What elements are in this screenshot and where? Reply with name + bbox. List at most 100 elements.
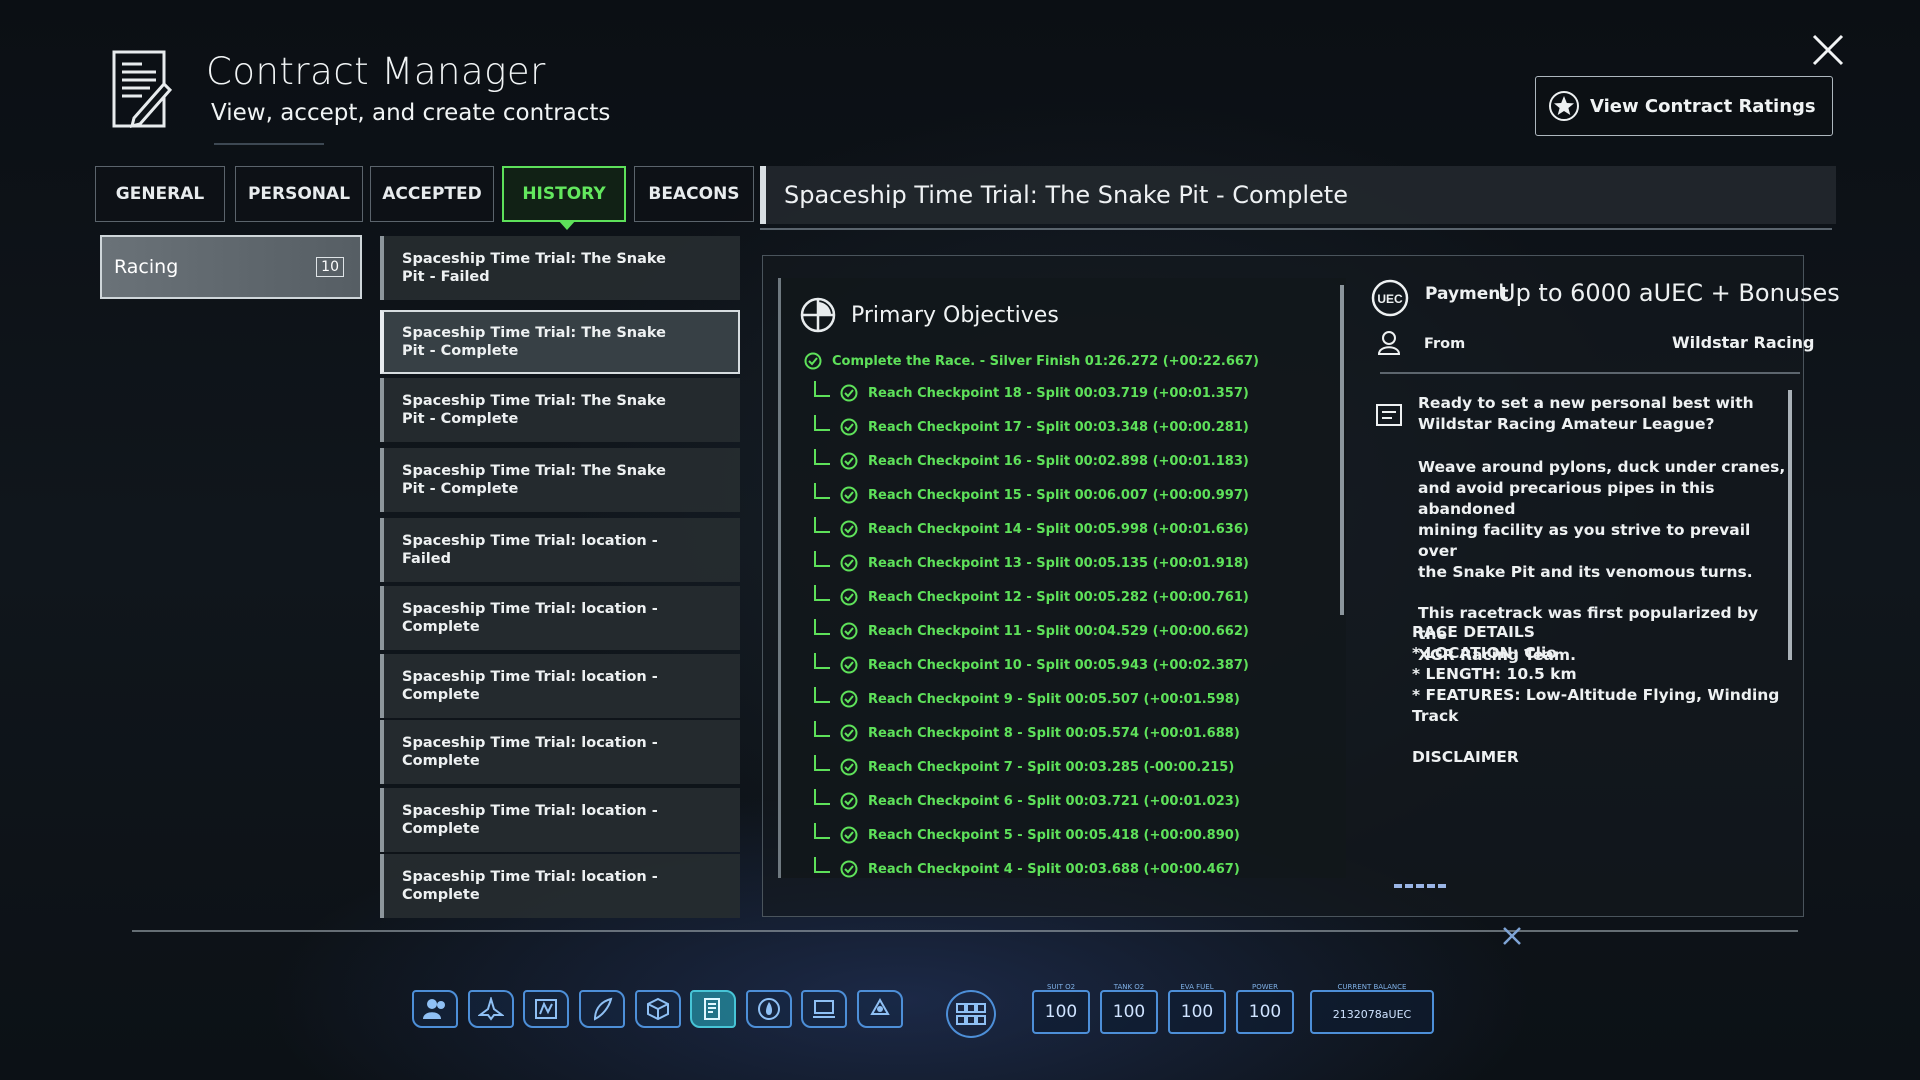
view-contract-ratings-label: View Contract Ratings xyxy=(1590,95,1816,117)
objective-row: Reach Checkpoint 8 - Split 00:05.574 (+0… xyxy=(814,721,1240,742)
contract-list-item-selected[interactable]: Spaceship Time Trial: The Snake Pit - Com… xyxy=(380,310,740,374)
active-tab-indicator xyxy=(558,220,576,230)
contract-list-item[interactable]: Spaceship Time Trial: location - Complete xyxy=(380,586,740,650)
stat-caption: SUIT O2 xyxy=(1046,983,1076,991)
stat-caption: TANK O2 xyxy=(1113,983,1145,991)
category-racing-label: Racing xyxy=(114,256,179,278)
tab-general-label: GENERAL xyxy=(115,184,205,204)
contract-icon xyxy=(704,998,720,1020)
recycle-icon xyxy=(870,997,890,1015)
objective-row: Reach Checkpoint 13 - Split 00:05.135 (+… xyxy=(814,551,1249,572)
tab-beacons-label: BEACONS xyxy=(648,184,740,204)
description-line: Wildstar Racing Amateur League? xyxy=(1418,415,1715,433)
contract-list-item[interactable]: Spaceship Time Trial: location - Complete xyxy=(380,654,740,718)
description-scrollbar[interactable] xyxy=(1788,390,1792,660)
uec-currency-icon: UEC xyxy=(1371,279,1409,317)
tree-branch-icon xyxy=(814,653,830,669)
objectives-scrollbar[interactable] xyxy=(1340,285,1344,615)
stat-caption: CURRENT BALANCE xyxy=(1337,983,1407,991)
contract-status-line: Complete xyxy=(402,687,480,703)
category-racing[interactable]: Racing 10 xyxy=(100,235,362,299)
app-grid-button[interactable] xyxy=(946,990,996,1038)
objective-row: Reach Checkpoint 14 - Split 00:05.998 (+… xyxy=(814,517,1249,538)
objective-row: Reach Checkpoint 7 - Split 00:03.285 (-0… xyxy=(814,755,1235,776)
tree-branch-icon xyxy=(814,585,830,601)
info-divider xyxy=(1380,372,1800,374)
dock-contacts-button[interactable] xyxy=(412,990,458,1028)
race-details: RACE DETAILS * LOCATION: Clio * LENGTH: … xyxy=(1412,622,1779,768)
dock-ships-button[interactable] xyxy=(468,990,514,1028)
contract-list-item[interactable]: Spaceship Time Trial: location - Complete xyxy=(380,720,740,784)
contract-list-item[interactable]: Spaceship Time Trial: location - Complete xyxy=(380,788,740,852)
check-circle-icon xyxy=(840,622,858,640)
objective-row: Reach Checkpoint 10 - Split 00:05.943 (+… xyxy=(814,653,1249,674)
contract-list-item[interactable]: Spaceship Time Trial: The Snake Pit - Fai… xyxy=(380,236,740,300)
objective-text: Complete the Race. - Silver Finish 01:26… xyxy=(832,353,1259,369)
page-subtitle: View, accept, and create contracts xyxy=(211,100,611,126)
objective-row: Reach Checkpoint 18 - Split 00:03.719 (+… xyxy=(814,381,1249,402)
race-details-heading: RACE DETAILS xyxy=(1412,623,1535,641)
objective-row: Reach Checkpoint 17 - Split 00:03.348 (+… xyxy=(814,415,1249,436)
dock-refresh-button[interactable] xyxy=(857,990,903,1028)
race-detail-features: Track xyxy=(1412,707,1459,725)
svg-text:UEC: UEC xyxy=(1377,292,1403,306)
dock-contracts-button[interactable] xyxy=(690,990,736,1028)
objectives-heading: Primary Objectives xyxy=(851,302,1059,328)
contract-list-item[interactable]: Spaceship Time Trial: The Snake Pit - Com… xyxy=(380,378,740,442)
detail-title-divider xyxy=(760,228,1832,230)
objective-text: Reach Checkpoint 16 - Split 00:02.898 (+… xyxy=(868,453,1249,469)
contract-document-icon xyxy=(112,50,173,129)
objectives-header: Primary Objectives xyxy=(799,296,1059,334)
objective-text: Reach Checkpoint 7 - Split 00:03.285 (-0… xyxy=(868,759,1235,775)
contract-title-line: Spaceship Time Trial: location - xyxy=(402,601,658,617)
tree-branch-icon xyxy=(814,789,830,805)
close-small-icon[interactable] xyxy=(1500,924,1524,948)
objective-text: Reach Checkpoint 8 - Split 00:05.574 (+0… xyxy=(868,725,1240,741)
check-circle-icon xyxy=(840,452,858,470)
objective-text: Reach Checkpoint 18 - Split 00:03.719 (+… xyxy=(868,385,1249,401)
contract-list: Spaceship Time Trial: The Snake Pit - Fai… xyxy=(380,236,750,920)
contract-list-item[interactable]: Spaceship Time Trial: location - Failed xyxy=(380,518,740,582)
dock-inventory-button[interactable] xyxy=(635,990,681,1028)
contract-list-item[interactable]: Spaceship Time Trial: location - Complete xyxy=(380,854,740,918)
dock-mobiglas-button[interactable] xyxy=(801,990,847,1028)
contract-list-item[interactable]: Spaceship Time Trial: The Snake Pit - Com… xyxy=(380,448,740,512)
category-count-badge: 10 xyxy=(316,257,344,277)
tab-general[interactable]: GENERAL xyxy=(95,166,225,222)
check-circle-icon xyxy=(840,384,858,402)
contract-detail-title: Spaceship Time Trial: The Snake Pit - Co… xyxy=(784,181,1348,209)
race-detail-length: * LENGTH: 10.5 km xyxy=(1412,665,1577,683)
page-title: Contract Manager xyxy=(206,50,546,93)
tab-personal[interactable]: PERSONAL xyxy=(235,166,363,222)
feather-icon xyxy=(593,997,613,1021)
contract-status-line: Pit - Failed xyxy=(402,269,490,285)
dock-comms-button[interactable] xyxy=(579,990,625,1028)
check-circle-icon xyxy=(840,418,858,436)
check-circle-icon xyxy=(804,352,822,370)
tab-beacons[interactable]: BEACONS xyxy=(634,166,754,222)
objective-text: Reach Checkpoint 13 - Split 00:05.135 (+… xyxy=(868,555,1249,571)
view-contract-ratings-button[interactable]: View Contract Ratings xyxy=(1535,76,1833,136)
from-label: From xyxy=(1424,336,1466,352)
tree-branch-icon xyxy=(814,823,830,839)
stat-caption: POWER xyxy=(1252,983,1278,991)
tab-accepted[interactable]: ACCEPTED xyxy=(370,166,494,222)
description-line: Weave around pylons, duck under cranes, xyxy=(1418,458,1786,476)
dock-reputation-button[interactable] xyxy=(746,990,792,1028)
terminal-icon xyxy=(813,1000,835,1018)
check-circle-icon xyxy=(840,860,858,878)
description-line: mining facility as you strive to prevail… xyxy=(1418,521,1751,560)
contract-status-line: Complete xyxy=(402,887,480,903)
tree-branch-icon xyxy=(814,381,830,397)
check-circle-icon xyxy=(840,792,858,810)
tree-branch-icon xyxy=(814,619,830,635)
tab-history[interactable]: HISTORY xyxy=(502,166,626,222)
dock-map-button[interactable] xyxy=(523,990,569,1028)
close-icon[interactable] xyxy=(1810,32,1846,68)
objective-text: Reach Checkpoint 4 - Split 00:03.688 (+0… xyxy=(868,861,1240,877)
star-icon xyxy=(1549,91,1579,121)
objective-row: Reach Checkpoint 5 - Split 00:05.418 (+0… xyxy=(814,823,1240,844)
check-circle-icon xyxy=(840,826,858,844)
contract-status-line: Complete xyxy=(402,619,480,635)
tab-history-label: HISTORY xyxy=(522,184,606,204)
